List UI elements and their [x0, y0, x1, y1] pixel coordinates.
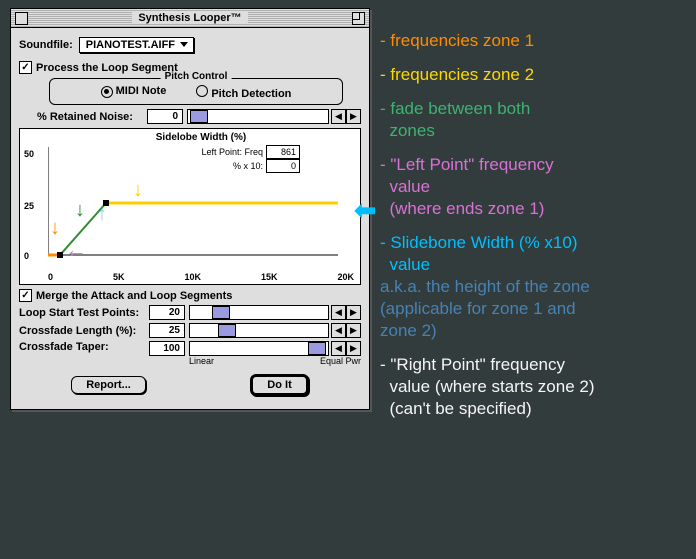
x-tick-20k: 20K — [337, 272, 354, 282]
anno-zone1: - frequencies zone 1 — [380, 30, 595, 52]
crossfade-taper-value[interactable]: 100 — [149, 341, 185, 356]
pitch-detection-label: Pitch Detection — [211, 88, 291, 100]
taper-linear-label: Linear — [189, 356, 214, 366]
green-arrow-icon: ↓ — [75, 199, 85, 222]
pitch-control-title: Pitch Control — [161, 71, 232, 82]
y-tick-0: 0 — [24, 251, 29, 261]
anno-zone2: - frequencies zone 2 — [380, 64, 595, 86]
loop-start-left-arrow[interactable]: ◀ — [331, 305, 346, 320]
synthesis-looper-window: Synthesis Looper™ Soundfile: PIANOTEST.A… — [10, 8, 370, 410]
loop-start-right-arrow[interactable]: ▶ — [346, 305, 361, 320]
x-tick-0: 0 — [48, 272, 53, 282]
loop-start-label: Loop Start Test Points: — [19, 307, 149, 319]
crossfade-len-right-arrow[interactable]: ▶ — [346, 323, 361, 338]
merge-checkbox[interactable] — [19, 289, 32, 302]
merge-label: Merge the Attack and Loop Segments — [36, 290, 232, 302]
process-loop-checkbox[interactable] — [19, 61, 32, 74]
close-box[interactable] — [15, 12, 28, 25]
taper-equalpwr-label: Equal Pwr — [320, 356, 361, 366]
anno-rightpoint: - "Right Point" frequency value (where s… — [380, 354, 595, 420]
retained-noise-arrows: ◀ ▶ — [331, 109, 361, 124]
crossfade-len-left-arrow[interactable]: ◀ — [331, 323, 346, 338]
loop-start-value[interactable]: 20 — [149, 305, 185, 320]
x-tick-10k: 10K — [184, 272, 201, 282]
report-button[interactable]: Report... — [71, 376, 146, 394]
crossfade-taper-label: Crossfade Taper: — [19, 341, 149, 353]
midi-note-radio[interactable] — [101, 86, 113, 98]
midi-note-label: MIDI Note — [116, 85, 167, 97]
retained-noise-value[interactable]: 0 — [147, 109, 183, 124]
left-point-handle[interactable] — [57, 252, 63, 258]
pitch-control-group: Pitch Control MIDI Note Pitch Detection — [49, 78, 343, 105]
crossfade-len-value[interactable]: 25 — [149, 323, 185, 338]
window-title: Synthesis Looper™ — [132, 12, 247, 24]
process-loop-label: Process the Loop Segment — [36, 62, 178, 74]
x-tick-15k: 15K — [261, 272, 278, 282]
crossfade-len-slider[interactable] — [189, 323, 329, 338]
x-tick-5k: 5K — [113, 272, 125, 282]
anno-width: - Slidebone Width (% x10) valuea.k.a. th… — [380, 232, 595, 342]
loop-start-slider[interactable] — [189, 305, 329, 320]
y-tick-25: 25 — [24, 201, 34, 211]
titlebar[interactable]: Synthesis Looper™ — [11, 9, 369, 28]
crossfade-taper-slider[interactable] — [189, 341, 329, 356]
annotation-panel: - frequencies zone 1 - frequencies zone … — [380, 30, 595, 432]
retained-noise-label: % Retained Noise: — [37, 111, 147, 123]
crossfade-len-label: Crossfade Length (%): — [19, 325, 149, 337]
sidelobe-graph[interactable]: Sidelobe Width (%) Left Point: Freq861 %… — [19, 128, 361, 285]
y-tick-50: 50 — [24, 149, 34, 159]
lightblue-arrow-icon: ↑ — [97, 203, 107, 226]
anno-fade: - fade between both zones — [380, 98, 595, 142]
orange-arrow-icon: ↓ — [50, 217, 60, 240]
retained-noise-left-arrow[interactable]: ◀ — [331, 109, 346, 124]
do-it-button[interactable]: Do It — [250, 374, 308, 396]
soundfile-dropdown[interactable]: PIANOTEST.AIFF — [79, 37, 194, 53]
plot-svg — [48, 147, 348, 262]
retained-noise-right-arrow[interactable]: ▶ — [346, 109, 361, 124]
anno-leftpoint: - "Left Point" frequency value (where en… — [380, 154, 595, 220]
crossfade-taper-left-arrow[interactable]: ◀ — [331, 341, 346, 356]
retained-noise-slider[interactable] — [187, 109, 329, 124]
soundfile-label: Soundfile: — [19, 39, 73, 51]
purple-arrow-icon: ← — [65, 237, 87, 263]
window-content: Soundfile: PIANOTEST.AIFF Process the Lo… — [11, 28, 369, 409]
pitch-detection-radio-row[interactable]: Pitch Detection — [196, 85, 291, 100]
x-axis-labels: 0 5K 10K 15K 20K — [48, 272, 354, 282]
graph-title: Sidelobe Width (%) — [48, 132, 354, 143]
crossfade-taper-right-arrow[interactable]: ▶ — [346, 341, 361, 356]
midi-note-radio-row[interactable]: MIDI Note — [101, 85, 167, 100]
yellow-arrow-icon: ↓ — [133, 179, 143, 202]
cyan-arrow-icon: ⬅ — [354, 195, 376, 226]
pitch-detection-radio[interactable] — [196, 85, 208, 97]
zoom-box[interactable] — [352, 12, 365, 25]
